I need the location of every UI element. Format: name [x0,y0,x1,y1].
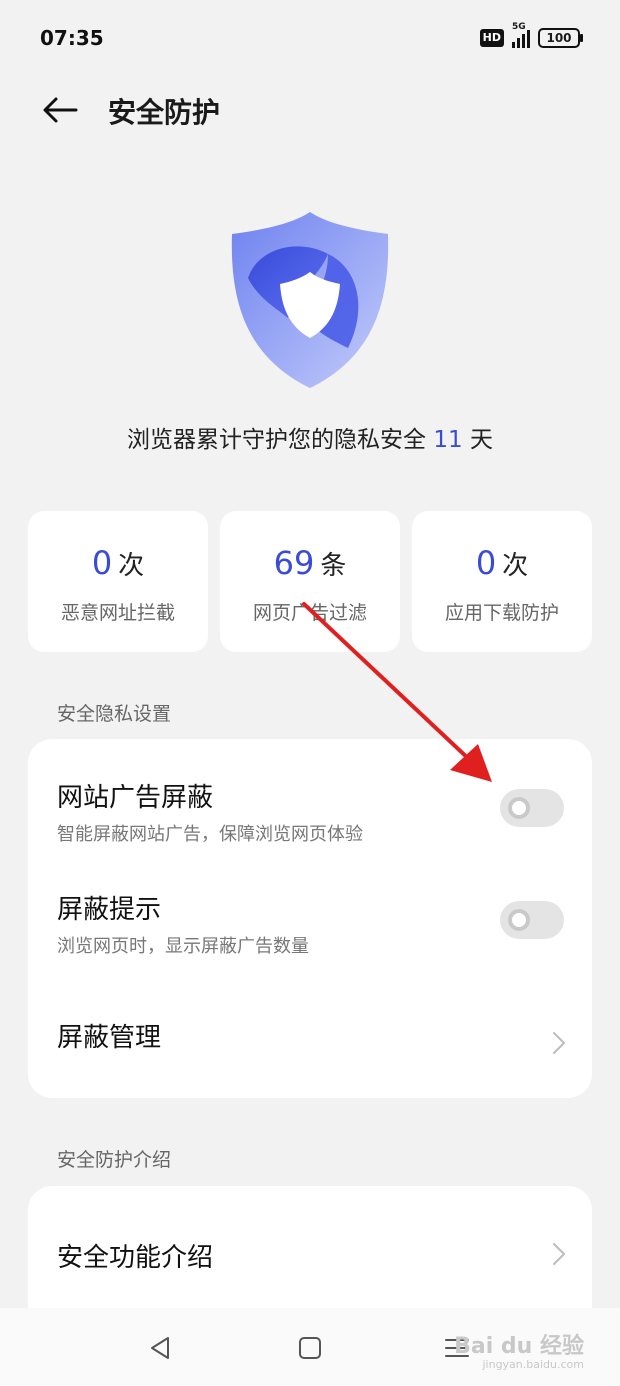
watermark-url: jingyan.baidu.com [482,1358,584,1371]
row-title: 安全功能介绍 [57,1243,214,1273]
row-ad-block[interactable]: 网站广告屏蔽 智能屏蔽网站广告，保障浏览网页体验 [28,739,592,851]
guard-text-prefix: 浏览器累计守护您的隐私安全 [127,427,434,453]
stat-label: 应用下载防护 [444,602,559,624]
signal-icon: 5G [512,22,530,48]
toggle-knob [508,909,530,931]
row-title: 网站广告屏蔽 [57,783,214,813]
stat-unit: 次 [118,551,145,581]
nav-back-icon[interactable] [146,1334,174,1362]
stat-unit: 次 [502,551,529,581]
stat-card-download-protection[interactable]: 0次 应用下载防护 [412,511,592,652]
stat-label: 网页广告过滤 [252,602,367,624]
nav-home-icon[interactable] [296,1334,324,1362]
chevron-right-icon [553,1032,565,1054]
header: 安全防护 [0,76,620,146]
guard-summary: 浏览器累计守护您的隐私安全 11 天 [0,420,620,454]
battery-icon: 100 [538,28,583,48]
stat-value: 0 [91,544,113,582]
back-arrow-icon[interactable] [40,94,80,126]
stat-card-malicious-url[interactable]: 0次 恶意网址拦截 [28,511,208,652]
watermark-brand: Bai du 经验 [454,1334,584,1359]
status-icons: HD 5G 100 [479,22,583,50]
row-block-hint[interactable]: 屏蔽提示 浏览网页时，显示屏蔽广告数量 [28,851,592,963]
row-block-management[interactable]: 屏蔽管理 [28,963,592,1098]
stat-value: 69 [273,544,315,582]
row-title: 屏蔽管理 [57,1023,162,1053]
row-security-intro[interactable]: 安全功能介绍 [28,1186,592,1326]
guard-text-suffix: 天 [462,427,493,453]
guard-days: 11 [433,427,463,453]
toggle-knob [508,797,530,819]
block-hint-toggle[interactable] [500,901,564,939]
status-bar: 07:35 HD 5G 100 [0,0,620,76]
network-type: 5G [512,22,526,32]
stat-label: 恶意网址拦截 [60,602,175,624]
row-subtitle: 智能屏蔽网站广告，保障浏览网页体验 [57,824,363,845]
stat-value: 0 [475,544,497,582]
system-nav-bar: Bai du 经验 jingyan.baidu.com [0,1308,620,1386]
chevron-right-icon [553,1243,565,1265]
hd-icon: HD [479,29,504,47]
section-label-privacy: 安全隐私设置 [57,703,172,725]
status-time: 07:35 [40,26,104,50]
stat-card-ad-filter[interactable]: 69 条 网页广告过滤 [220,511,400,652]
shield-icon [231,212,389,388]
stats-row: 0次 恶意网址拦截 69 条 网页广告过滤 0次 应用下载防护 [28,511,592,652]
page-title: 安全防护 [108,96,221,129]
privacy-settings-card: 网站广告屏蔽 智能屏蔽网站广告，保障浏览网页体验 屏蔽提示 浏览网页时，显示屏蔽… [28,739,592,1098]
stat-unit: 条 [320,551,347,581]
row-subtitle: 浏览网页时，显示屏蔽广告数量 [57,936,309,957]
row-title: 屏蔽提示 [57,895,162,925]
section-label-intro: 安全防护介绍 [57,1149,172,1171]
ad-block-toggle[interactable] [500,789,564,827]
